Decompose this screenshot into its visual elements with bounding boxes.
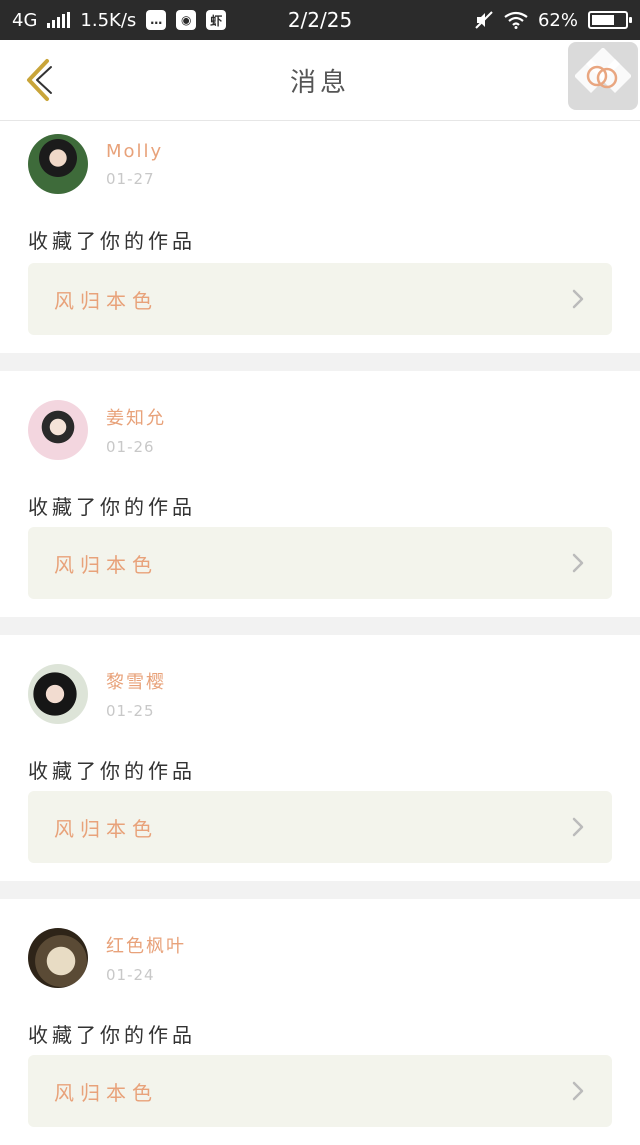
work-title: 风归本色 xyxy=(54,288,158,313)
chevron-right-icon xyxy=(572,1081,584,1101)
notification-date: 01-26 xyxy=(106,438,155,456)
app-notification-icon: ◉ xyxy=(176,10,197,30)
floating-ball-icon xyxy=(575,48,631,93)
avatar[interactable] xyxy=(28,134,88,194)
battery-icon xyxy=(588,11,632,29)
back-arrow-icon xyxy=(27,59,52,101)
username[interactable]: 黎雪樱 xyxy=(106,668,166,694)
card-user-row: 黎雪樱 01-25 xyxy=(28,635,612,725)
network-type: 4G xyxy=(12,9,38,31)
battery-percent: 62% xyxy=(537,9,578,31)
username[interactable]: Molly xyxy=(106,141,163,162)
avatar[interactable] xyxy=(28,664,88,724)
chevron-right-icon xyxy=(572,817,584,837)
floating-assist-button[interactable] xyxy=(568,42,638,110)
chevron-right-icon xyxy=(572,289,584,309)
work-title: 风归本色 xyxy=(54,552,158,577)
mute-icon xyxy=(475,11,493,29)
user-meta: 姜知允 01-26 xyxy=(106,404,166,456)
back-button[interactable] xyxy=(18,54,58,106)
notification-card: 红色枫叶 01-24 收藏了你的作品 风归本色 xyxy=(0,899,640,1145)
signal-icon xyxy=(47,12,71,28)
card-divider xyxy=(0,353,640,371)
card-user-row: Molly 01-27 xyxy=(28,121,612,195)
card-user-row: 姜知允 01-26 xyxy=(28,371,612,461)
status-right: 62% xyxy=(474,9,632,31)
action-text: 收藏了你的作品 xyxy=(28,759,196,783)
work-link[interactable]: 风归本色 xyxy=(28,791,612,863)
notification-feed: Molly 01-27 收藏了你的作品 风归本色 姜知允 01-26 收藏了你的… xyxy=(0,121,640,1145)
work-link[interactable]: 风归本色 xyxy=(28,527,612,599)
work-link[interactable]: 风归本色 xyxy=(28,1055,612,1127)
avatar[interactable] xyxy=(28,400,88,460)
chat-icon: … xyxy=(146,10,167,30)
notification-card: 黎雪樱 01-25 收藏了你的作品 风归本色 xyxy=(0,635,640,881)
work-title: 风归本色 xyxy=(54,1080,158,1105)
status-left: 4G 1.5K/s … ◉ 虾 xyxy=(12,9,227,31)
shrimp-app-icon: 虾 xyxy=(206,10,227,30)
user-meta: Molly 01-27 xyxy=(106,141,163,188)
card-user-row: 红色枫叶 01-24 xyxy=(28,899,612,989)
status-bar: 4G 1.5K/s … ◉ 虾 2/2/25 62% xyxy=(0,0,640,40)
action-text: 收藏了你的作品 xyxy=(28,495,196,519)
card-divider xyxy=(0,617,640,635)
notification-card: Molly 01-27 收藏了你的作品 风归本色 xyxy=(0,121,640,353)
notification-date: 01-27 xyxy=(106,169,155,188)
action-text: 收藏了你的作品 xyxy=(28,229,196,253)
avatar[interactable] xyxy=(28,928,88,988)
user-meta: 黎雪樱 01-25 xyxy=(106,668,166,720)
work-title: 风归本色 xyxy=(54,816,158,841)
notification-date: 01-24 xyxy=(106,966,155,984)
notification-card: 姜知允 01-26 收藏了你的作品 风归本色 xyxy=(0,371,640,617)
chevron-right-icon xyxy=(572,553,584,573)
username[interactable]: 姜知允 xyxy=(106,404,166,430)
notification-date: 01-25 xyxy=(106,702,155,720)
work-link[interactable]: 风归本色 xyxy=(28,263,612,335)
username[interactable]: 红色枫叶 xyxy=(106,932,186,958)
network-speed: 1.5K/s xyxy=(80,9,137,31)
user-meta: 红色枫叶 01-24 xyxy=(106,932,186,984)
action-text: 收藏了你的作品 xyxy=(28,1023,196,1047)
card-divider xyxy=(0,881,640,899)
page-header: 消息 xyxy=(0,40,640,121)
page-title: 消息 xyxy=(289,67,350,98)
wifi-icon xyxy=(504,11,528,29)
